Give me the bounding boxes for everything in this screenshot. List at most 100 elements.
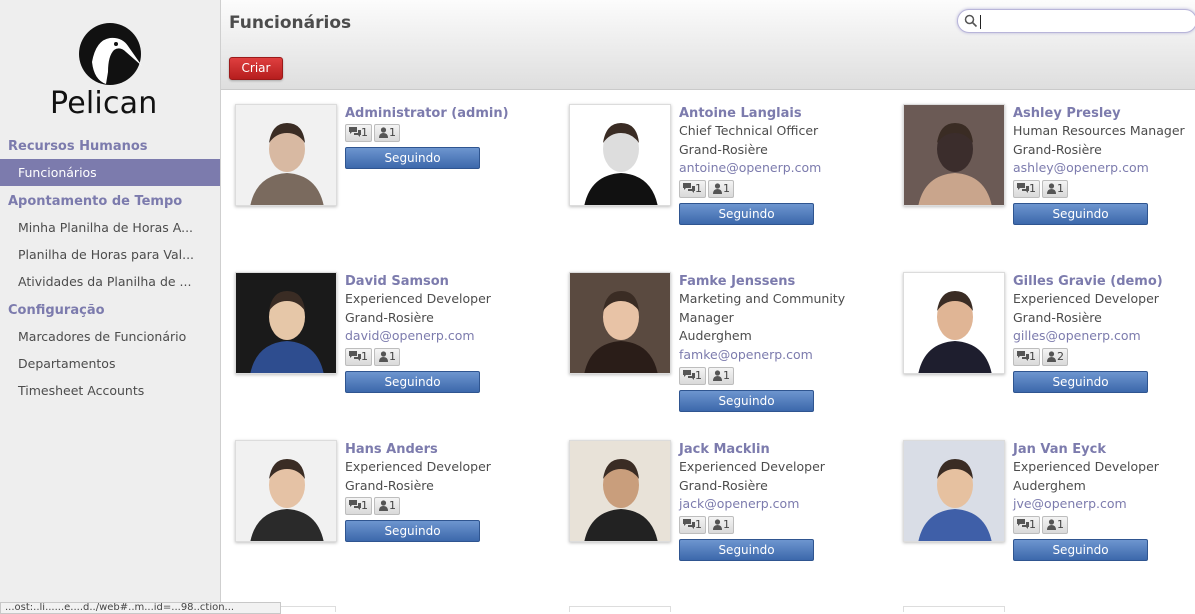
followers-badge[interactable]: 1 <box>708 180 734 199</box>
brand-name: Pelican <box>50 86 158 121</box>
person-icon <box>713 183 722 195</box>
employee-info: Gilles Gravie (demo) Experienced Develope… <box>1013 273 1195 394</box>
employee-email[interactable]: gilles@openerp.com <box>1013 327 1195 346</box>
chat-icon <box>1017 519 1029 530</box>
employee-job-title: Experienced Developer <box>679 459 825 474</box>
followers-count: 1 <box>1057 518 1064 532</box>
person-icon <box>1047 519 1056 531</box>
menu-item-minha-planilha[interactable]: Minha Planilha de Horas A... <box>0 214 220 241</box>
followers-badge[interactable]: 1 <box>374 348 400 367</box>
person-icon <box>379 127 388 138</box>
employee-photo[interactable] <box>235 440 337 542</box>
employee-photo[interactable] <box>903 104 1005 206</box>
followers-badge[interactable]: 1 <box>374 124 400 142</box>
employee-card[interactable]: Administrator (admin) 1 1 Seguindo <box>221 91 541 251</box>
following-button[interactable]: Seguindo <box>345 371 480 394</box>
messages-badge[interactable]: 1 <box>679 180 706 199</box>
followers-badge[interactable]: 1 <box>1042 516 1068 535</box>
messages-badge[interactable]: 1 <box>345 124 372 142</box>
employee-email[interactable]: jve@openerp.com <box>1013 495 1195 514</box>
messages-badge[interactable]: 1 <box>679 366 706 385</box>
employee-name[interactable]: Jack Macklin <box>679 441 875 458</box>
followers-count: 1 <box>1057 182 1064 196</box>
page-header: Funcionários Criar <box>221 0 1195 90</box>
employee-photo[interactable] <box>569 272 671 374</box>
employee-photo[interactable] <box>235 104 337 206</box>
employee-name[interactable]: Jan Van Eyck <box>1013 441 1195 458</box>
messages-badge[interactable]: 1 <box>1013 516 1040 535</box>
menu-item-departamentos[interactable]: Departamentos <box>0 350 220 377</box>
employee-name[interactable]: Gilles Gravie (demo) <box>1013 273 1195 290</box>
menu-item-funcionarios[interactable]: Funcionários <box>0 159 220 186</box>
messages-count: 1 <box>1029 518 1036 532</box>
employee-badges: 11 <box>679 514 875 536</box>
employee-name[interactable]: David Samson <box>345 273 541 290</box>
employee-name[interactable]: Ashley Presley <box>1013 105 1195 122</box>
employee-card[interactable]: Hans Anders Experienced Developer Grand-Ro… <box>221 427 541 587</box>
messages-badge[interactable]: 1 <box>345 348 372 367</box>
employee-card[interactable]: Antoine Langlais Chief Technical Officer G… <box>555 91 875 251</box>
followers-badge[interactable]: 1 <box>708 516 734 535</box>
create-button[interactable]: Criar <box>229 57 283 80</box>
person-icon <box>1047 351 1056 363</box>
chat-icon <box>683 369 695 380</box>
person-icon <box>379 351 388 363</box>
next-row-card-peek <box>903 606 1005 612</box>
search-box[interactable] <box>957 9 1195 33</box>
following-button[interactable]: Seguindo <box>679 389 814 412</box>
employee-name[interactable]: Antoine Langlais <box>679 105 875 122</box>
following-button[interactable]: Seguindo <box>1013 371 1148 394</box>
employee-photo[interactable] <box>569 440 671 542</box>
employee-photo[interactable] <box>569 104 671 206</box>
employee-job-title: Experienced Developer <box>1013 291 1159 306</box>
employee-badges: 11 <box>679 365 875 387</box>
followers-count: 2 <box>1057 350 1064 364</box>
employee-card[interactable]: David Samson Experienced Developer Grand-R… <box>221 259 541 419</box>
employee-email[interactable]: david@openerp.com <box>345 327 541 346</box>
messages-badge[interactable]: 1 <box>679 516 706 535</box>
employee-card[interactable]: Jack Macklin Experienced Developer Grand-R… <box>555 427 875 587</box>
employee-email[interactable]: antoine@openerp.com <box>679 159 875 178</box>
employee-photo[interactable] <box>235 272 337 374</box>
messages-badge[interactable]: 1 <box>345 497 372 516</box>
followers-count: 1 <box>723 518 730 532</box>
menu-item-atividades[interactable]: Atividades da Planilha de ... <box>0 268 220 295</box>
employee-name[interactable]: Hans Anders <box>345 441 541 458</box>
employee-info: Antoine Langlais Chief Technical Officer G… <box>679 105 875 226</box>
messages-badge[interactable]: 1 <box>1013 180 1040 199</box>
following-button[interactable]: Seguindo <box>679 539 814 562</box>
followers-badge[interactable]: 1 <box>374 497 400 516</box>
menu-section-recursos-humanos[interactable]: Recursos Humanos <box>0 135 220 159</box>
employee-email[interactable]: ashley@openerp.com <box>1013 159 1195 178</box>
following-button[interactable]: Seguindo <box>1013 539 1148 562</box>
sidebar-menu: Recursos Humanos Funcionários Apontament… <box>0 135 220 404</box>
search-input[interactable] <box>980 12 1190 30</box>
menu-section-configuracao[interactable]: Configuração <box>0 299 220 323</box>
following-button[interactable]: Seguindo <box>679 203 814 226</box>
messages-badge[interactable]: 1 <box>1013 348 1040 367</box>
employee-badges: 11 <box>345 495 541 517</box>
followers-badge[interactable]: 1 <box>1042 180 1068 199</box>
employee-card[interactable]: Jan Van Eyck Experienced Developer Audergh… <box>889 427 1195 587</box>
employee-name[interactable]: Administrator (admin) <box>345 105 541 122</box>
employee-card[interactable]: Ashley Presley Human Resources Manager Gra… <box>889 91 1195 251</box>
employee-card[interactable]: Famke Jenssens Marketing and Community Man… <box>555 259 875 419</box>
following-button[interactable]: Seguindo <box>345 520 480 543</box>
employee-name[interactable]: Famke Jenssens <box>679 273 875 290</box>
following-button[interactable]: Seguindo <box>345 147 480 169</box>
employee-email[interactable]: famke@openerp.com <box>679 346 875 365</box>
employee-email[interactable]: jack@openerp.com <box>679 495 875 514</box>
chat-icon <box>349 351 361 362</box>
followers-badge[interactable]: 1 <box>708 366 734 385</box>
menu-item-marcadores[interactable]: Marcadores de Funcionário <box>0 323 220 350</box>
followers-badge[interactable]: 2 <box>1042 348 1068 367</box>
menu-item-planilha-validar[interactable]: Planilha de Horas para Val... <box>0 241 220 268</box>
employee-card[interactable]: Gilles Gravie (demo) Experienced Develope… <box>889 259 1195 419</box>
menu-section-apontamento[interactable]: Apontamento de Tempo <box>0 190 220 214</box>
employee-photo[interactable] <box>903 272 1005 374</box>
followers-count: 1 <box>389 126 396 139</box>
employee-photo[interactable] <box>903 440 1005 542</box>
following-button[interactable]: Seguindo <box>1013 203 1148 226</box>
menu-item-timesheet-accounts[interactable]: Timesheet Accounts <box>0 377 220 404</box>
employee-location: Auderghem <box>679 328 752 344</box>
